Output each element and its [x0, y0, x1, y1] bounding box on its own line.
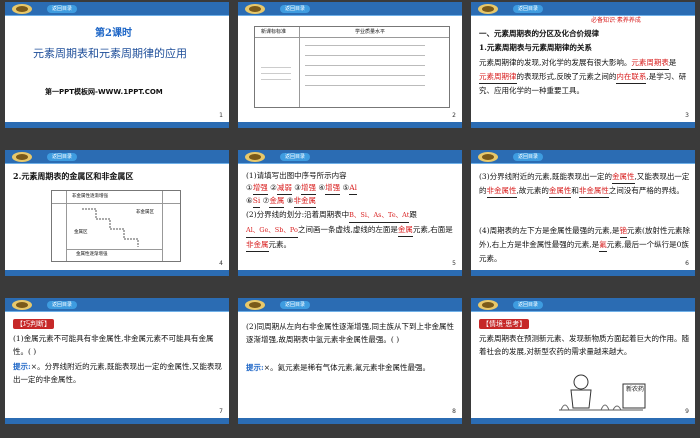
- pesticide-stamp: 新农药: [625, 386, 644, 393]
- hint: 提示:×。氦元素是稀有气体元素,氟元素非金属性最强。: [246, 363, 430, 372]
- logo-icon: [478, 300, 498, 310]
- page-number: 6: [685, 260, 689, 267]
- section-heading: 一、元素周期表的分区及化合价规律: [479, 29, 599, 38]
- label-metal-zone: 金属区: [74, 230, 88, 235]
- back-to-toc-button[interactable]: 返回目录: [47, 301, 78, 309]
- back-to-toc-button[interactable]: 返回目录: [280, 153, 311, 161]
- slide-header: 返回目录: [238, 298, 462, 312]
- page-number: 5: [452, 260, 456, 267]
- slide-9[interactable]: 返回目录 【情境·思考】 元素周期表在预测新元素、发现新物质方面起着巨大的作用。…: [471, 298, 695, 424]
- label-nonmetal-zone: 非金属区: [136, 210, 154, 215]
- logo-icon: [245, 300, 265, 310]
- slide-header: 返回目录: [471, 150, 695, 164]
- question: (2)同周期从左向右非金属性逐渐增强,同主族从下到上非金属性逐渐增强,故周期表中…: [246, 322, 455, 344]
- slide-header: 返回目录: [5, 150, 229, 164]
- paragraph: 元素周期律的发现,对化学的发展有很大影响。元素周期表是元素周期律的表现形式,反映…: [479, 58, 687, 95]
- slide-header: 返回目录: [5, 298, 229, 312]
- slide-header: 返回目录: [471, 298, 695, 312]
- page-number: 8: [452, 408, 456, 415]
- paragraph-4: (4)周期表的左下方是金属性最强的元素,是铯元素(放射性元素除外),右上方是非金…: [479, 226, 690, 263]
- answers-row-1: ①增强 ②减弱 ③增强 ④增强 ⑤Al: [246, 182, 358, 195]
- back-to-toc-button[interactable]: 返回目录: [513, 153, 544, 161]
- slide-7[interactable]: 返回目录 【巧判断】 (1)金属元素不可能具有非金属性,非金属元素不可能具有金属…: [5, 298, 229, 424]
- slide-4[interactable]: 返回目录 2.元素周期表的金属区和非金属区 非金属性逐渐增强 金属性逐渐增强 金…: [5, 150, 229, 276]
- subheading: 1.元素周期表与元素周期律的关系: [479, 43, 592, 52]
- page-number: 3: [685, 112, 689, 119]
- slide-3[interactable]: 返回目录 必备知识·素养养成 一、元素周期表的分区及化合价规律 1.元素周期表与…: [471, 2, 695, 128]
- standards-table: 新课标标准 学业质量水平: [254, 26, 450, 108]
- page-number: 7: [219, 408, 223, 415]
- slide-header: 返回目录: [5, 2, 229, 16]
- section-tag: 【情境·思考】: [479, 319, 530, 329]
- slide-1[interactable]: 返回目录 第2课时 元素周期表和元素周期律的应用 第一PPT模板网-WWW.1P…: [5, 2, 229, 128]
- col-header-quality: 学业质量水平: [355, 29, 386, 35]
- label-nonmetal-trend: 非金属性逐渐增强: [72, 194, 108, 199]
- hint: 提示:×。分界线附近的元素,既能表现出一定的金属性,又能表现出一定的非金属性。: [13, 362, 222, 384]
- page-number: 4: [219, 260, 223, 267]
- slide-header: 返回目录: [238, 2, 462, 16]
- slide-title: 元素周期表和元素周期律的应用: [33, 47, 187, 60]
- periodic-table-diagram: 非金属性逐渐增强 金属性逐渐增强 金属区 非金属区: [51, 190, 181, 262]
- slide-5[interactable]: 返回目录 (1)请填写出图中序号所示内容 ①增强 ②减弱 ③增强 ④增强 ⑤Al…: [238, 150, 462, 276]
- section-tag: 【巧判断】: [13, 319, 54, 329]
- back-to-toc-button[interactable]: 返回目录: [280, 5, 311, 13]
- logo-icon: [245, 4, 265, 14]
- back-to-toc-button[interactable]: 返回目录: [47, 5, 78, 13]
- logo-icon: [478, 4, 498, 14]
- question-2: (2)分界线的划分:沿着周期表中B、Si、As、Te、At跟Al、Ge、Sb、P…: [246, 208, 458, 252]
- section-banner: 必备知识·素养养成: [591, 17, 641, 24]
- slide-6[interactable]: 返回目录 (3)分界线附近的元素,既能表现出一定的金属性,又能表现出一定的非金属…: [471, 150, 695, 276]
- footer-watermark: 第一PPT模板网-WWW.1PPT.COM: [45, 88, 163, 96]
- paragraph-3: (3)分界线附近的元素,既能表现出一定的金属性,又能表现出一定的非金属性,故元素…: [479, 170, 691, 198]
- logo-icon: [245, 152, 265, 162]
- lesson-title: 第2课时: [95, 28, 132, 39]
- back-to-toc-button[interactable]: 返回目录: [280, 301, 311, 309]
- slide-8[interactable]: 返回目录 (2)同周期从左向右非金属性逐渐增强,同主族从下到上非金属性逐渐增强,…: [238, 298, 462, 424]
- logo-icon: [12, 300, 32, 310]
- page-number: 1: [219, 112, 223, 119]
- scenario-text: 元素周期表在预测新元素、发现新物质方面起着巨大的作用。随着社会的发展,对新型农药…: [479, 334, 689, 356]
- label-metal-trend: 金属性逐渐增强: [76, 252, 108, 257]
- page-number: 2: [452, 112, 456, 119]
- back-to-toc-button[interactable]: 返回目录: [47, 153, 78, 161]
- back-to-toc-button[interactable]: 返回目录: [513, 5, 544, 13]
- logo-icon: [12, 4, 32, 14]
- slide-2[interactable]: 返回目录 新课标标准 学业质量水平 2: [238, 2, 462, 128]
- logo-icon: [12, 152, 32, 162]
- slide-header: 返回目录: [471, 2, 695, 16]
- question-1: (1)请填写出图中序号所示内容: [246, 171, 347, 180]
- back-to-toc-button[interactable]: 返回目录: [513, 301, 544, 309]
- page-number: 9: [685, 408, 689, 415]
- col-header-standard: 新课标标准: [261, 29, 287, 35]
- slide-heading: 2.元素周期表的金属区和非金属区: [13, 171, 134, 181]
- logo-icon: [478, 152, 498, 162]
- answers-row-2: ⑥Si ⑦金属 ⑧非金属: [246, 195, 317, 208]
- slide-header: 返回目录: [238, 150, 462, 164]
- question: (1)金属元素不可能具有非金属性,非金属元素不可能具有金属性。( ): [13, 334, 214, 356]
